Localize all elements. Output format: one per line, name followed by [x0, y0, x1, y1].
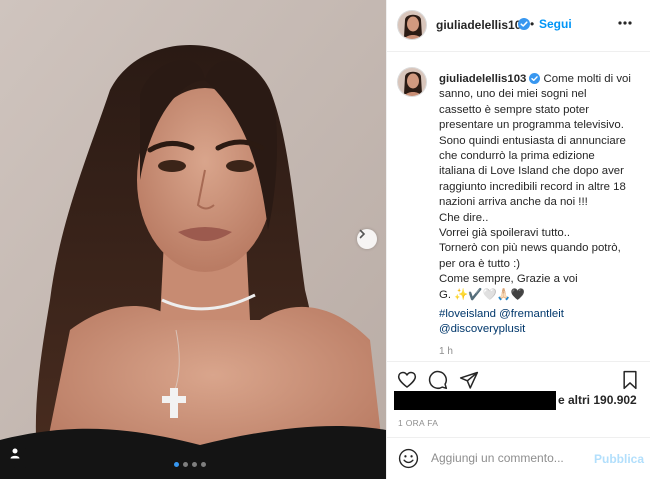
share-icon[interactable]: [459, 370, 479, 390]
instagram-post: giuliadelellis103 • Segui giuliadelellis…: [0, 0, 650, 479]
caption-line: per ora è tutto :): [439, 257, 521, 270]
avatar-image: [398, 11, 426, 39]
follow-button[interactable]: Segui: [539, 17, 572, 31]
caption-line: cassetto è sempre stato poter: [439, 103, 590, 116]
follow-separator: •: [530, 17, 535, 31]
caption-username[interactable]: giuliadelellis103: [439, 73, 526, 85]
post-photo[interactable]: [0, 0, 386, 479]
avatar-image: [398, 68, 426, 96]
caption-line: Sono quindi entusiasta di annunciare: [439, 134, 626, 147]
bookmark-icon[interactable]: [621, 370, 639, 390]
post-header: giuliadelellis103 • Segui: [387, 0, 650, 52]
caption-line: sanno, uno dei miei sogni nel: [439, 88, 587, 101]
carousel-indicator: [174, 462, 206, 467]
carousel-dot: [192, 462, 197, 467]
publish-button[interactable]: Pubblica: [594, 452, 644, 466]
carousel-dot-active: [174, 462, 179, 467]
heart-icon[interactable]: [397, 370, 417, 390]
carousel-next-button[interactable]: [357, 229, 377, 249]
post-timestamp: 1 ORA FA: [398, 418, 439, 428]
next-arrow-icon: [359, 229, 366, 239]
caption-line: Che dire..: [439, 211, 489, 224]
caption-line: Vorrei già spoileravi tutto..: [439, 227, 571, 240]
caption-line: che condurrò la prima edizione: [439, 150, 595, 163]
mention-link[interactable]: @discoveryplusit: [439, 322, 564, 337]
caption-line: italiana di Love Island che dopo aver: [439, 165, 624, 178]
verified-icon: [529, 73, 541, 84]
portrait-image: [0, 0, 386, 479]
carousel-dot: [183, 462, 188, 467]
avatar[interactable]: [397, 10, 427, 40]
likes-count[interactable]: e altri 190.902: [558, 393, 637, 407]
caption-line: Come molti di voi: [543, 73, 631, 85]
caption-line: Tornerò con più news quando potrò,: [439, 242, 621, 255]
caption-line: raggiunto incredibili record in altre 18: [439, 180, 626, 193]
post-side-panel: giuliadelellis103 • Segui giuliadelellis…: [386, 0, 650, 479]
redacted-likers: [394, 391, 556, 410]
likes-row: e altri 190.902: [387, 390, 650, 412]
caption-area: giuliadelellis103 Come molti di voi sann…: [387, 52, 650, 363]
verified-icon: [518, 18, 530, 30]
user-tags-button[interactable]: [9, 447, 31, 469]
comment-input[interactable]: [431, 451, 591, 465]
user-tag-icon: [10, 448, 20, 459]
caption-hashtags: #loveisland @fremantleit @discoveryplusi…: [439, 307, 564, 338]
hashtag-link[interactable]: #loveisland @fremantleit: [439, 307, 564, 322]
carousel-dot: [201, 462, 206, 467]
caption-line: Come sempre, Grazie a voi: [439, 273, 578, 286]
caption-text: giuliadelellis103 Come molti di voi sann…: [439, 72, 645, 303]
comment-bar: Pubblica: [387, 437, 650, 479]
comment-icon[interactable]: [428, 370, 448, 390]
caption-first-line: giuliadelellis103 Come molti di voi: [439, 72, 645, 87]
caption-line: presentare un programma televisivo.: [439, 119, 624, 132]
caption-avatar[interactable]: [397, 67, 427, 97]
emoji-icon[interactable]: [398, 448, 419, 469]
more-options-icon[interactable]: [617, 15, 633, 31]
caption-timestamp: 1 h: [439, 346, 453, 357]
caption-line: G. ✨✔️🤍🙏🏻🖤: [439, 288, 526, 301]
caption-line: nazioni arriva anche da noi !!!: [439, 196, 588, 209]
header-username[interactable]: giuliadelellis103: [436, 18, 528, 32]
